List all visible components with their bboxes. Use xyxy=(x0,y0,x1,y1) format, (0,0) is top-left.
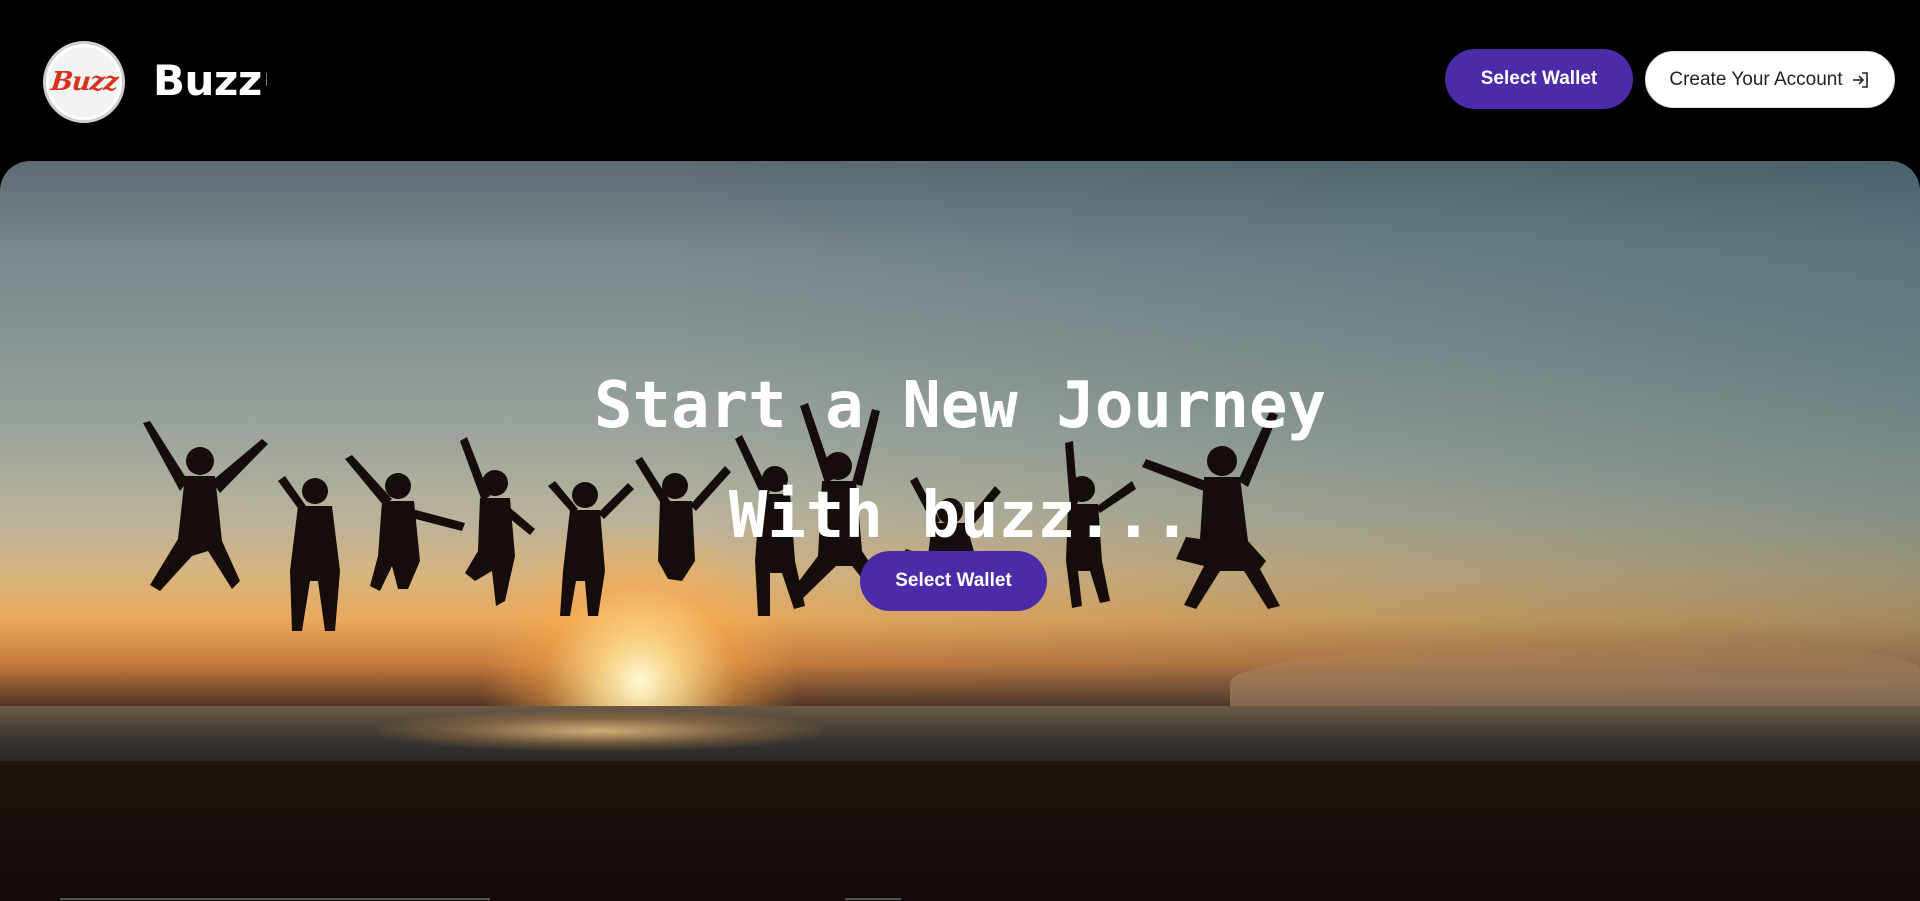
brand-name[interactable]: Buzz xyxy=(153,52,262,110)
hero-title-line-1: Start a New Journey xyxy=(593,369,1327,443)
select-wallet-label: Select Wallet xyxy=(1480,68,1598,89)
hero-select-wallet-button[interactable]: Select Wallet xyxy=(860,551,1047,611)
site-header: Buzz Buzz Select Wallet Create Your Acco… xyxy=(0,0,1920,160)
bottom-divider-short xyxy=(845,898,901,900)
create-account-label: Create Your Account xyxy=(1669,68,1843,90)
create-account-button[interactable]: Create Your Account xyxy=(1645,51,1895,108)
sign-in-icon xyxy=(1851,70,1871,90)
hero-section: Start a New Journey With buzz... Select … xyxy=(0,161,1920,901)
select-wallet-button[interactable]: Select Wallet xyxy=(1445,49,1633,109)
hero-select-wallet-label: Select Wallet xyxy=(895,570,1012,591)
logo-text: Buzz xyxy=(49,67,119,97)
hero-title: Start a New Journey With buzz... xyxy=(0,351,1920,571)
bottom-divider xyxy=(60,898,490,900)
text-cursor xyxy=(266,73,267,86)
logo[interactable]: Buzz xyxy=(43,41,125,123)
